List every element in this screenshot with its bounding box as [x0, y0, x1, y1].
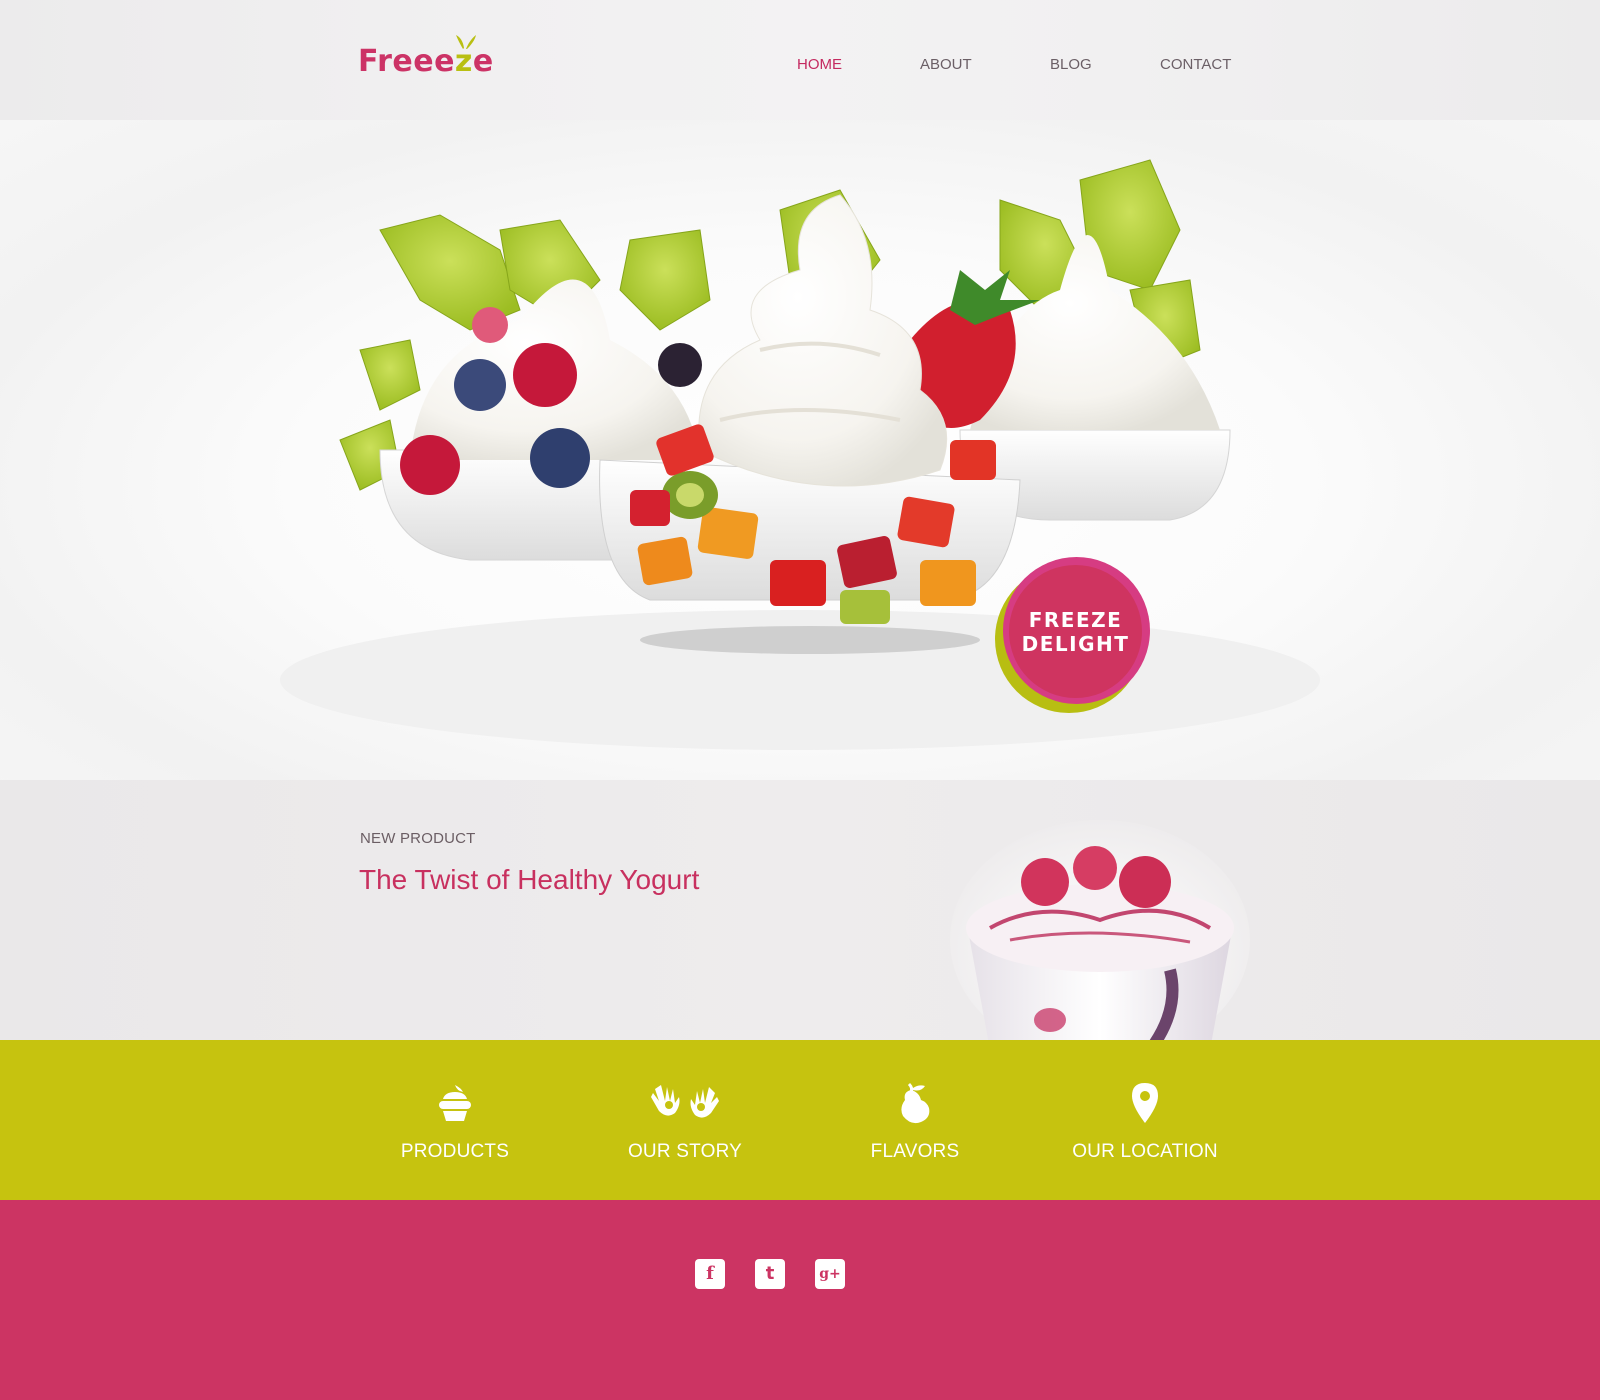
- feature-label: FLAVORS: [870, 1141, 960, 1162]
- site-header: Freeeze HOME ABOUT BLOG CONTACT: [0, 0, 1600, 120]
- new-product-label: NEW PRODUCT: [360, 830, 476, 847]
- hands-icon: [651, 1085, 719, 1118]
- badge-line-1: FREEZE: [1028, 607, 1123, 632]
- location-pin-icon: [1132, 1083, 1158, 1123]
- feature-label: OUR STORY: [627, 1141, 743, 1162]
- hero-banner: FREEZE DELIGHT: [0, 120, 1600, 780]
- site-footer: f t g+: [0, 1200, 1600, 1400]
- facebook-link[interactable]: f: [695, 1259, 725, 1289]
- freeze-delight-badge: FREEZE DELIGHT: [995, 557, 1150, 713]
- new-product-section: NEW PRODUCT The Twist of Healthy Yogurt: [0, 780, 1600, 1040]
- pear-icon: [901, 1082, 930, 1124]
- nav-about[interactable]: ABOUT: [920, 56, 972, 73]
- facebook-icon: f: [706, 1263, 714, 1284]
- nav-blog[interactable]: BLOG: [1050, 56, 1092, 73]
- feature-label: PRODUCTS: [400, 1141, 510, 1162]
- feature-products[interactable]: PRODUCTS: [340, 1078, 570, 1178]
- cupcake-icon: [439, 1085, 471, 1121]
- frozen-yogurt-illustration: [280, 159, 1320, 750]
- twitter-link[interactable]: t: [755, 1259, 785, 1289]
- feature-label: OUR LOCATION: [1072, 1141, 1218, 1162]
- features-bar: PRODUCTS OUR STORY FLAVORS OUR LOCATION: [0, 1040, 1600, 1200]
- badge-line-2: DELIGHT: [1021, 631, 1130, 656]
- google-plus-link[interactable]: g+: [815, 1259, 845, 1289]
- twitter-icon: t: [765, 1263, 775, 1284]
- google-plus-icon: g+: [819, 1266, 841, 1282]
- feature-our-story[interactable]: OUR STORY: [570, 1078, 800, 1178]
- feature-flavors[interactable]: FLAVORS: [800, 1078, 1030, 1178]
- yogurt-cup-image: [950, 820, 1250, 1040]
- main-nav: HOME ABOUT BLOG CONTACT: [0, 56, 1600, 76]
- nav-home[interactable]: HOME: [797, 56, 842, 73]
- nav-contact[interactable]: CONTACT: [1160, 56, 1231, 73]
- product-title: The Twist of Healthy Yogurt: [359, 864, 700, 895]
- sprout-icon: [456, 35, 476, 49]
- feature-our-location[interactable]: OUR LOCATION: [1030, 1078, 1260, 1178]
